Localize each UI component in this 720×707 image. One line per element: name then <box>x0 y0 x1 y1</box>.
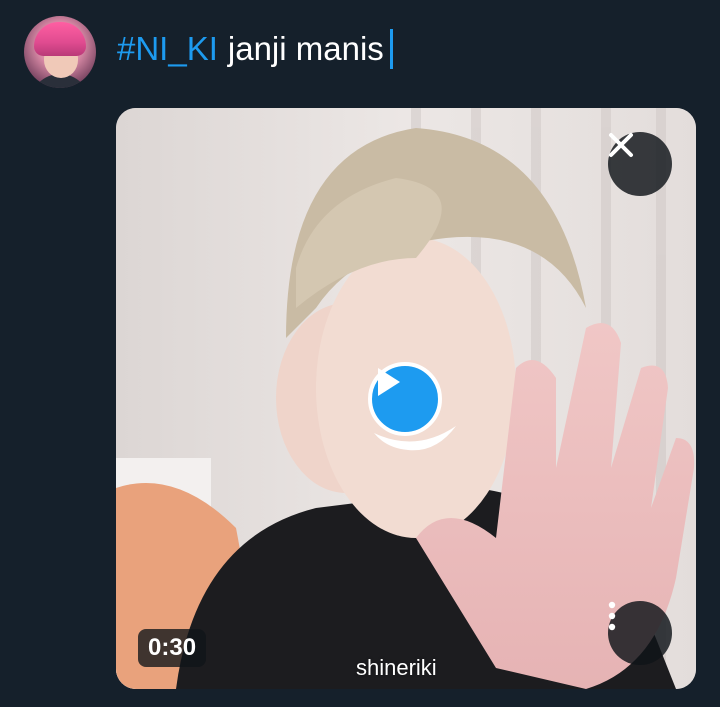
text-cursor <box>389 29 393 69</box>
close-icon <box>609 133 633 157</box>
avatar <box>24 16 96 88</box>
play-button[interactable] <box>368 362 442 436</box>
compose-textbox[interactable]: #NI_KI janji manis <box>117 24 393 74</box>
play-icon <box>378 368 400 396</box>
compose-body-text: janji manis <box>227 30 384 67</box>
remove-media-button[interactable] <box>608 132 672 196</box>
video-attachment[interactable]: 0:30 shineriki <box>116 108 696 689</box>
more-vertical-icon <box>608 601 616 631</box>
tweet-composer: #NI_KI janji manis 0:30 shineriki <box>0 0 720 707</box>
video-duration-badge: 0:30 <box>138 629 207 667</box>
hashtag-text[interactable]: #NI_KI <box>117 30 218 68</box>
more-options-button[interactable] <box>608 601 672 665</box>
video-watermark: shineriki <box>356 655 437 680</box>
